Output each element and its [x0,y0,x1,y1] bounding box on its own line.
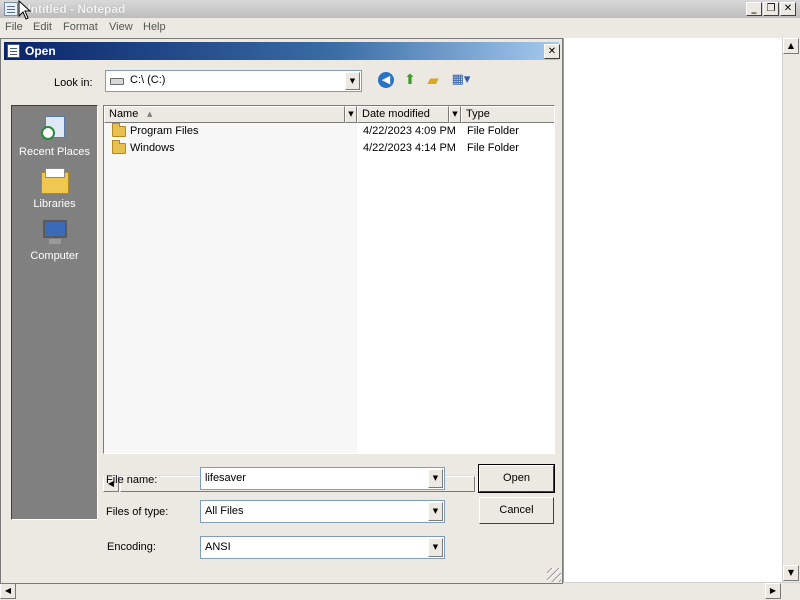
name-column-filter-chevron-icon[interactable]: ▼ [345,106,357,123]
menu-view[interactable]: View [109,21,133,33]
look-in-value: C:\ (C:) [130,74,166,86]
chevron-down-icon[interactable]: ▼ [428,538,443,557]
close-window-button[interactable]: ✕ [780,2,796,16]
scroll-down-arrow-icon[interactable]: ▼ [783,565,799,581]
file-date: 4/22/2023 4:14 PM [363,142,456,154]
notepad-text-area[interactable] [563,38,782,582]
chevron-down-icon[interactable]: ▼ [428,502,443,521]
drive-icon [110,78,124,85]
files-of-type-label: Files of type: [106,506,169,518]
column-header-type[interactable]: Type [461,106,554,123]
dialog-title: Open [25,44,56,58]
file-name-label: File name: [106,474,158,486]
file-date: 4/22/2023 4:09 PM [363,125,456,137]
file-type: File Folder [467,125,519,137]
menu-edit[interactable]: Edit [33,21,52,33]
views-menu-icon[interactable]: ▦▾ [448,71,474,89]
libraries-icon [39,166,71,196]
look-in-dropdown[interactable]: C:\ (C:) ▼ [105,70,362,92]
file-list[interactable]: Name ▲ ▼ Date modified ▼ Type Program Fi… [103,105,555,454]
menu-file[interactable]: File [5,21,23,33]
open-button[interactable]: Open [478,464,555,493]
file-name: Program Files [130,125,199,137]
dialog-notepad-icon [7,44,20,58]
encoding-label: Encoding: [107,541,156,553]
computer-icon [39,218,71,248]
folder-icon [112,123,126,137]
up-folder-icon[interactable]: ⬆ [401,71,419,89]
look-in-label: Look in: [54,77,93,89]
date-column-filter-chevron-icon[interactable]: ▼ [449,106,461,123]
new-folder-icon[interactable]: ▰ [424,71,442,89]
recent-places-icon [39,114,71,144]
files-of-type-dropdown[interactable]: All Files ▼ [200,500,445,523]
menu-format[interactable]: Format [63,21,98,33]
notepad-titlebar[interactable]: Untitled - Notepad _ ❐ ✕ [0,0,800,18]
file-row[interactable]: Program Files 4/22/2023 4:09 PM File Fol… [104,123,554,140]
minimize-button[interactable]: _ [746,2,762,16]
restore-button[interactable]: ❐ [763,2,779,16]
files-of-type-value: All Files [205,505,244,517]
chevron-down-icon[interactable]: ▼ [428,469,443,488]
place-libraries[interactable]: Libraries [12,166,97,210]
encoding-value: ANSI [205,541,231,553]
sort-ascending-icon: ▲ [147,110,153,118]
notepad-menubar: File Edit Format View Help [0,18,800,38]
place-label: Recent Places [19,146,90,158]
scroll-right-arrow-icon[interactable]: ▶ [765,583,781,599]
scroll-left-arrow-icon[interactable]: ◀ [0,583,16,599]
notepad-icon [4,2,18,16]
chevron-down-icon[interactable]: ▼ [345,72,360,90]
place-label: Libraries [33,198,76,210]
notepad-horizontal-scrollbar[interactable]: ◀ ▶ [0,582,800,600]
notepad-vertical-scrollbar[interactable]: ▲ ▼ [782,38,800,582]
cancel-button[interactable]: Cancel [479,497,554,524]
place-computer[interactable]: Computer [12,218,97,262]
file-type: File Folder [467,142,519,154]
column-header-label: Name [109,108,139,120]
file-row[interactable]: Windows 4/22/2023 4:14 PM File Folder [104,140,554,157]
place-label: Computer [30,250,79,262]
file-name-value: lifesaver [205,472,246,484]
column-header-date-modified[interactable]: Date modified [357,106,449,123]
back-arrow-icon[interactable]: ◀ [378,72,394,88]
file-name-field[interactable]: lifesaver ▼ [200,467,445,490]
place-recent-places[interactable]: Recent Places [12,114,97,158]
places-bar: Recent Places Libraries Computer [11,105,98,520]
folder-icon [112,140,126,154]
resize-grip-icon[interactable] [547,568,561,582]
menu-help[interactable]: Help [143,21,166,33]
column-header-label: Date modified [362,108,430,120]
scroll-up-arrow-icon[interactable]: ▲ [783,38,799,54]
file-name: Windows [130,142,175,154]
dialog-close-button[interactable]: ✕ [544,44,560,59]
column-header-label: Type [466,108,490,120]
mouse-cursor-icon [18,0,32,20]
encoding-dropdown[interactable]: ANSI ▼ [200,536,445,559]
notepad-title: Untitled - Notepad [22,2,126,16]
open-dialog: Open ✕ Look in: C:\ (C:) ▼ ◀ ⬆ ▰ ▦▾ Rece… [0,38,563,584]
dialog-titlebar[interactable]: Open ✕ [4,42,560,60]
column-header-name[interactable]: Name ▲ [104,106,345,123]
